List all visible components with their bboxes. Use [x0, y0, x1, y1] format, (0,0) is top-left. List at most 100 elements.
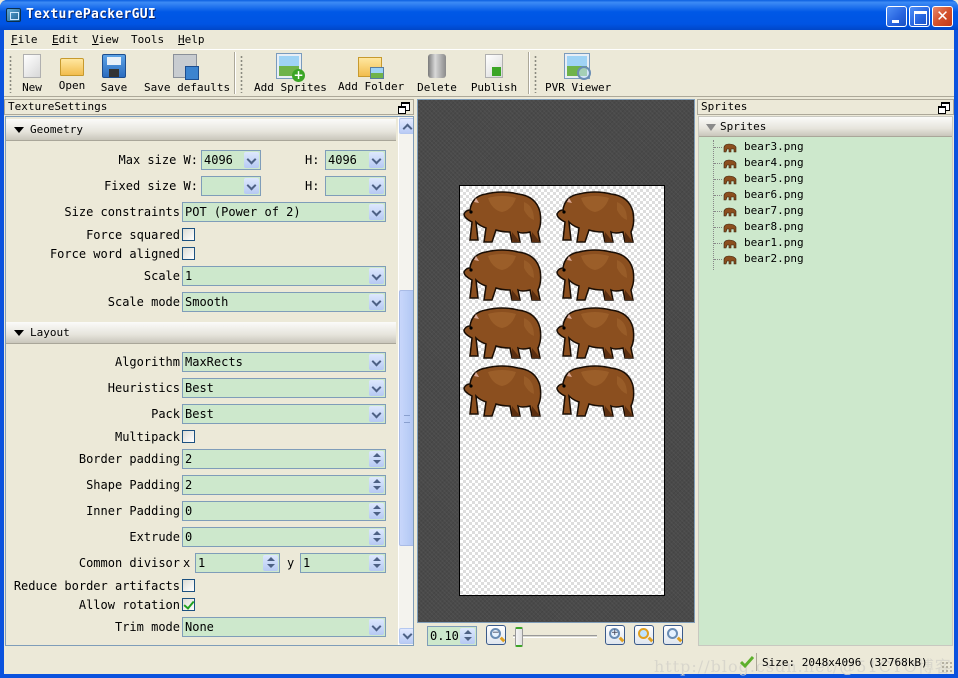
chevron-down-icon[interactable]: [369, 406, 384, 422]
save-button[interactable]: Save: [99, 52, 129, 96]
close-button[interactable]: ✕: [932, 6, 953, 27]
trash-can-icon: [428, 54, 446, 78]
force-squared-checkbox[interactable]: [182, 228, 195, 241]
zoom-slider-thumb[interactable]: [514, 627, 523, 647]
common-divisor-x-spinbox[interactable]: 1: [195, 553, 280, 573]
spin-arrows-icon[interactable]: [369, 451, 384, 467]
zoom-fit-button[interactable]: [663, 625, 683, 645]
sprite-list-item[interactable]: bear4.png: [699, 155, 949, 171]
max-size-w-select[interactable]: 4096: [201, 150, 261, 170]
zoom-out-button[interactable]: −: [486, 625, 506, 645]
add-folder-button[interactable]: Add Folder: [338, 52, 404, 96]
toolbar-grip[interactable]: [534, 55, 537, 93]
sprite-list-item[interactable]: bear5.png: [699, 171, 949, 187]
toolbar-grip[interactable]: [9, 55, 12, 93]
chevron-down-icon[interactable]: [369, 204, 384, 220]
sprite-list-item[interactable]: bear8.png: [699, 219, 949, 235]
new-document-icon: [23, 54, 41, 78]
minimize-button[interactable]: [886, 6, 907, 27]
menu-tools[interactable]: Tools: [131, 33, 164, 46]
chevron-down-icon[interactable]: [369, 152, 384, 168]
scale-mode-select[interactable]: Smooth: [182, 292, 386, 312]
texture-settings-title[interactable]: TextureSettings: [4, 99, 414, 115]
settings-scrollbar[interactable]: [398, 117, 413, 645]
sprite-list-item[interactable]: bear2.png: [699, 251, 949, 267]
sprite-list-item[interactable]: bear3.png: [699, 139, 949, 155]
open-button[interactable]: Open: [56, 52, 88, 96]
sprites-panel-title[interactable]: Sprites: [697, 99, 954, 115]
sprite-filename: bear6.png: [744, 188, 804, 201]
pvr-viewer-button[interactable]: PVR Viewer: [545, 52, 611, 96]
bear-sprite: [462, 362, 547, 420]
scroll-up-button[interactable]: [399, 118, 413, 134]
max-size-h-select[interactable]: 4096: [325, 150, 386, 170]
zoom-spin[interactable]: [459, 627, 476, 645]
shape-padding-spinbox[interactable]: 2: [182, 475, 386, 495]
common-divisor-y-spinbox[interactable]: 1: [300, 553, 386, 573]
menu-view[interactable]: View: [92, 33, 119, 46]
size-constraints-select[interactable]: POT (Power of 2): [182, 202, 386, 222]
trim-mode-select[interactable]: None: [182, 617, 386, 637]
heuristics-select[interactable]: Best: [182, 378, 386, 398]
chevron-down-icon[interactable]: [369, 619, 384, 635]
inner-padding-spinbox[interactable]: 0: [182, 501, 386, 521]
spin-arrows-icon[interactable]: [460, 628, 475, 644]
force-word-aligned-checkbox[interactable]: [182, 247, 195, 260]
delete-button[interactable]: Delete: [416, 52, 458, 96]
toolbar: New Open Save Save defaults Add Sprites: [4, 49, 954, 97]
border-padding-spinbox[interactable]: 2: [182, 449, 386, 469]
scrollbar-thumb[interactable]: [399, 290, 413, 546]
new-button[interactable]: New: [18, 52, 46, 96]
multipack-checkbox[interactable]: [182, 430, 195, 443]
publish-button[interactable]: Publish: [470, 52, 518, 96]
zoom-actual-button[interactable]: [634, 625, 654, 645]
geometry-section-header[interactable]: Geometry: [6, 119, 396, 141]
bear-sprite: [555, 304, 640, 362]
allow-rotation-checkbox[interactable]: [182, 598, 195, 611]
chevron-down-icon[interactable]: [369, 294, 384, 310]
toolbar-grip[interactable]: [240, 55, 243, 93]
sprite-filename: bear4.png: [744, 156, 804, 169]
menu-edit[interactable]: Edit: [52, 33, 79, 46]
chevron-down-icon[interactable]: [369, 268, 384, 284]
fixed-size-w-select[interactable]: [201, 176, 261, 196]
sprite-sheet-preview[interactable]: [417, 99, 695, 623]
spin-arrows-icon[interactable]: [369, 477, 384, 493]
sprite-list-item[interactable]: bear1.png: [699, 235, 949, 251]
float-dock-icon[interactable]: [938, 102, 950, 114]
resize-grip[interactable]: [941, 661, 952, 672]
fixed-size-h-select[interactable]: [325, 176, 386, 196]
spin-arrows-icon[interactable]: [263, 555, 278, 571]
chevron-down-icon[interactable]: [369, 178, 384, 194]
pack-select[interactable]: Best: [182, 404, 386, 424]
chevron-down-icon[interactable]: [244, 178, 259, 194]
spin-arrows-icon[interactable]: [369, 529, 384, 545]
sprite-list-item[interactable]: bear6.png: [699, 187, 949, 203]
algorithm-select[interactable]: MaxRects: [182, 352, 386, 372]
zoom-bar: 0.10 − +: [417, 624, 695, 650]
scroll-down-button[interactable]: [399, 628, 413, 644]
zoom-spinbox[interactable]: 0.10: [427, 626, 477, 646]
chevron-down-icon[interactable]: [369, 380, 384, 396]
app-window: TexturePackerGUI ✕ File Edit View Tools …: [0, 0, 958, 678]
zoom-slider-track[interactable]: [513, 635, 597, 638]
float-dock-icon[interactable]: [398, 102, 410, 114]
open-label: Open: [58, 79, 86, 92]
spin-arrows-icon[interactable]: [369, 503, 384, 519]
spin-arrows-icon[interactable]: [369, 555, 384, 571]
zoom-in-button[interactable]: +: [605, 625, 625, 645]
chevron-down-icon[interactable]: [369, 354, 384, 370]
title-bar[interactable]: TexturePackerGUI ✕: [0, 0, 958, 30]
menu-file[interactable]: File: [11, 33, 38, 46]
add-sprites-button[interactable]: Add Sprites: [254, 52, 327, 96]
menu-help[interactable]: Help: [178, 33, 205, 46]
layout-section-header[interactable]: Layout: [6, 322, 396, 344]
sprite-list-item[interactable]: bear7.png: [699, 203, 949, 219]
maximize-button[interactable]: [909, 6, 930, 27]
reduce-border-artifacts-checkbox[interactable]: [182, 579, 195, 592]
chevron-down-icon[interactable]: [244, 152, 259, 168]
save-defaults-button[interactable]: Save defaults: [144, 52, 230, 96]
sprites-root[interactable]: Sprites: [699, 117, 952, 137]
extrude-spinbox[interactable]: 0: [182, 527, 386, 547]
scale-select[interactable]: 1: [182, 266, 386, 286]
